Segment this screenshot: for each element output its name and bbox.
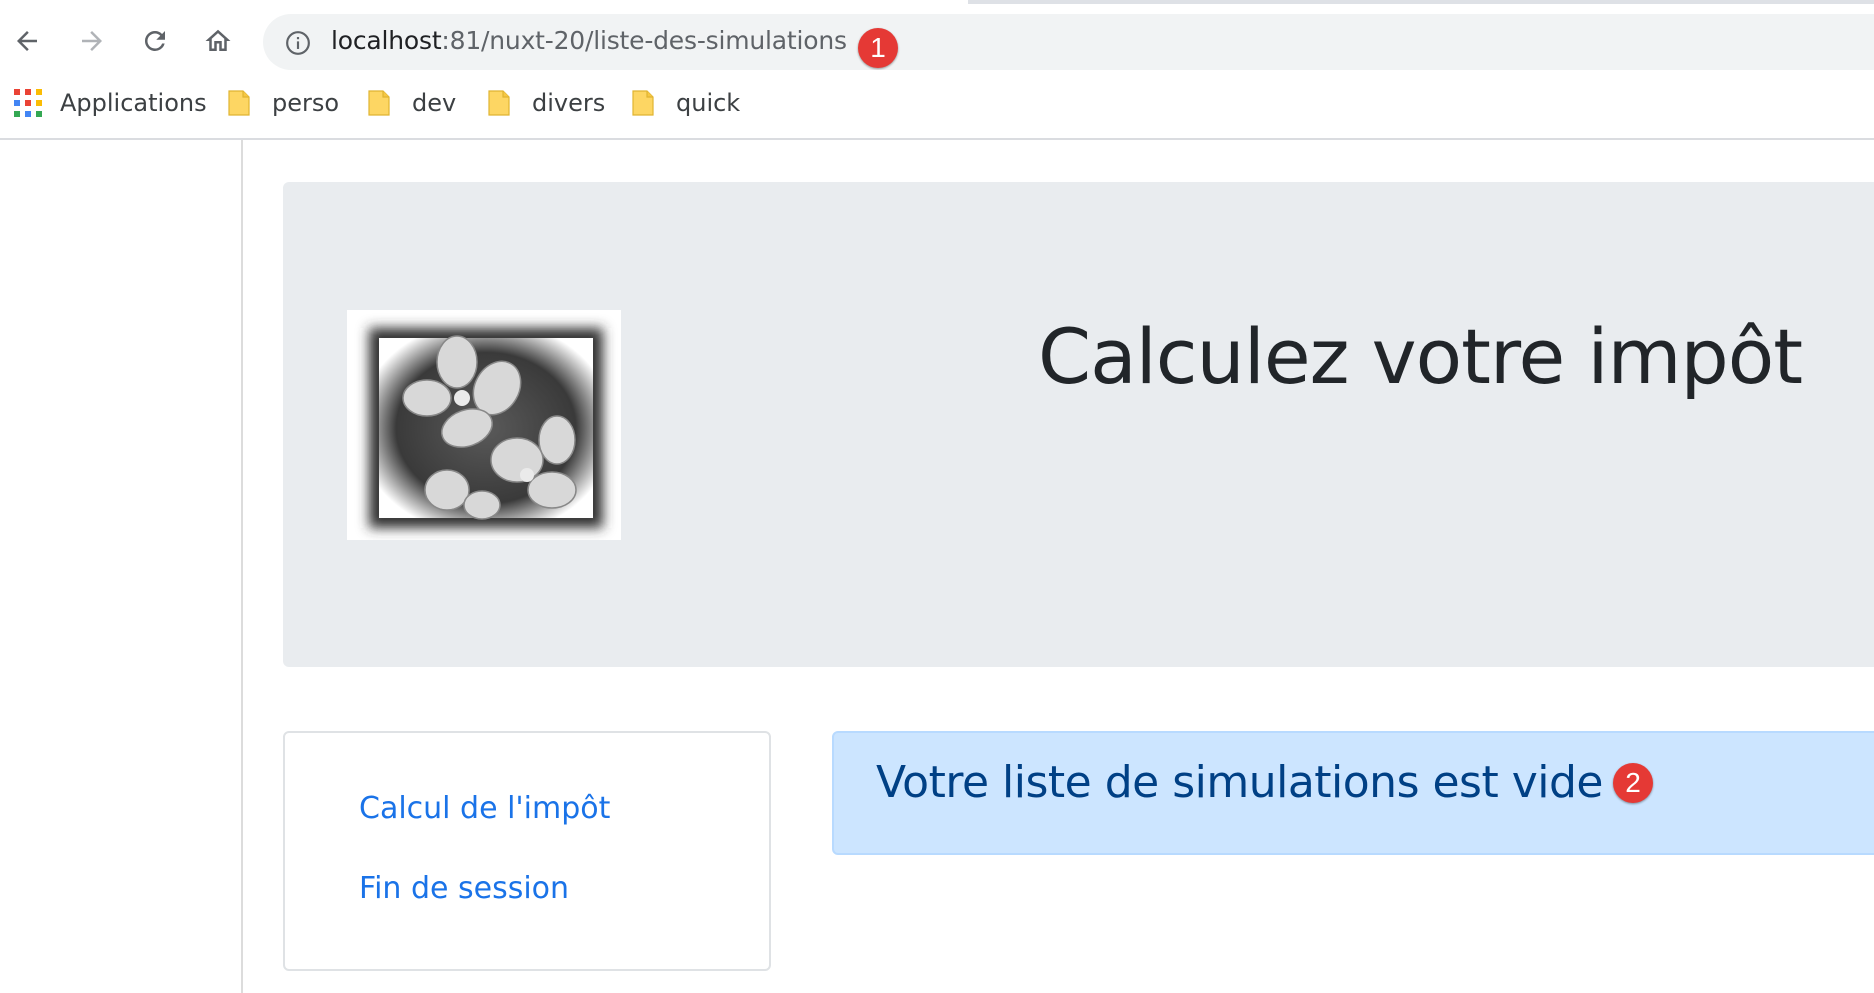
- page-header: Calculez votre impôt: [283, 182, 1874, 667]
- home-icon: [205, 29, 231, 51]
- side-menu: Calcul de l'impôt Fin de session: [283, 731, 771, 971]
- flowers-photo-icon: [369, 328, 603, 528]
- arrow-right-icon: [82, 31, 102, 51]
- folder-icon: [488, 90, 510, 116]
- reload-icon: [144, 30, 165, 51]
- browser-toolbar: localhost:81/nuxt-20/liste-des-simulatio…: [0, 4, 1874, 70]
- folder-icon: [368, 90, 390, 116]
- folder-icon: [228, 90, 250, 116]
- alert-message: Votre liste de simulations est vide: [876, 757, 1603, 808]
- bookmark-folder-quick[interactable]: quick: [632, 85, 740, 121]
- bookmarks-bar: Applications perso dev divers quick: [0, 70, 1874, 140]
- bookmark-applications[interactable]: Applications: [14, 85, 207, 121]
- menu-link-fin-session[interactable]: Fin de session: [359, 871, 569, 906]
- back-button[interactable]: [7, 21, 47, 61]
- info-icon[interactable]: [285, 30, 311, 56]
- home-button[interactable]: [198, 21, 238, 61]
- address-bar[interactable]: localhost:81/nuxt-20/liste-des-simulatio…: [263, 14, 1874, 70]
- url-path: :81/nuxt-20/liste-des-simulations: [441, 26, 847, 55]
- page-viewport: Calculez votre impôt Calcul de l'impôt F…: [0, 140, 1874, 993]
- folder-icon: [632, 90, 654, 116]
- url-host: localhost: [331, 26, 442, 55]
- apps-grid-icon: [14, 89, 42, 117]
- bookmark-label: perso: [272, 89, 340, 117]
- page-title: Calculez votre impôt: [1038, 312, 1803, 401]
- annotation-marker-1: 1: [858, 28, 898, 68]
- annotation-marker-2: 2: [1613, 763, 1653, 803]
- bookmark-label: quick: [676, 89, 741, 117]
- bookmark-label: divers: [532, 89, 606, 117]
- bookmark-folder-divers[interactable]: divers: [488, 85, 605, 121]
- menu-link-calcul-impot[interactable]: Calcul de l'impôt: [359, 791, 610, 826]
- devtools-divider: [241, 140, 243, 993]
- bookmark-label: Applications: [60, 89, 207, 117]
- forward-button[interactable]: [72, 21, 112, 61]
- bookmark-folder-dev[interactable]: dev: [368, 85, 456, 121]
- bookmark-label: dev: [412, 89, 457, 117]
- bookmark-folder-perso[interactable]: perso: [228, 85, 339, 121]
- empty-list-alert: Votre liste de simulations est vide: [832, 731, 1874, 855]
- logo-image: [347, 310, 621, 540]
- arrow-left-icon: [17, 31, 37, 51]
- url-text[interactable]: localhost:81/nuxt-20/liste-des-simulatio…: [331, 26, 847, 55]
- reload-button[interactable]: [135, 21, 175, 61]
